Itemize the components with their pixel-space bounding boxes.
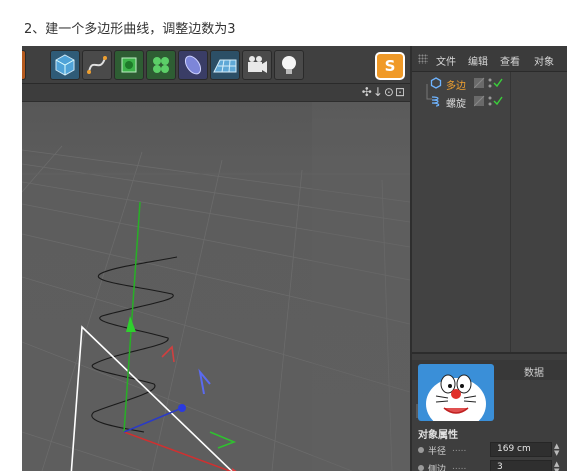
object-name[interactable]: 多边 xyxy=(446,77,466,92)
object-list: 多边 螺旋 xyxy=(412,72,567,352)
prop-leader: ..... xyxy=(452,444,467,454)
pen-spline-icon[interactable] xyxy=(82,50,112,80)
stepper-icon[interactable]: ▲ ▼ xyxy=(554,461,559,471)
prop-label: 半径 xyxy=(428,447,447,457)
3d-viewport[interactable] xyxy=(22,102,410,471)
stepper-icon[interactable]: ▲ ▼ xyxy=(554,443,559,457)
viewport-header: ✣↓⊙⊡ xyxy=(22,84,410,102)
object-row-helix[interactable]: 螺旋 xyxy=(412,92,567,110)
z-axis-line xyxy=(123,407,183,433)
deformer-icon[interactable] xyxy=(178,50,208,80)
gear-icon[interactable] xyxy=(22,50,26,80)
x-axis-line xyxy=(123,431,232,471)
y-axis-handle[interactable] xyxy=(126,316,136,332)
prop-label: 侧边 xyxy=(428,465,447,471)
object-flags[interactable] xyxy=(474,95,510,107)
menu-object[interactable]: 对象 xyxy=(534,53,554,68)
top-toolbar xyxy=(22,46,410,84)
cloner-icon[interactable] xyxy=(146,50,176,80)
radius-input[interactable]: 169 cm xyxy=(490,442,552,457)
object-row-polygon[interactable]: 多边 xyxy=(412,74,567,92)
grip-icon[interactable] xyxy=(418,54,428,64)
triangle-polygon xyxy=(70,325,233,471)
menu-view[interactable]: 查看 xyxy=(500,53,520,68)
keyframe-dot[interactable] xyxy=(418,447,424,453)
tree-connector xyxy=(426,84,432,100)
caption-text: 2、建一个多边形曲线，调整边数为3 xyxy=(24,22,236,37)
prop-leader: ..... xyxy=(452,462,467,471)
cube-icon[interactable] xyxy=(50,50,80,80)
svg-text:S: S xyxy=(385,57,396,75)
object-name[interactable]: 螺旋 xyxy=(446,95,466,110)
section-title: 对象属性 xyxy=(418,430,458,441)
viewport-nav-controls[interactable]: ✣↓⊙⊡ xyxy=(362,85,406,99)
prop-radius: 半径 ..... 169 cm ▲ ▼ xyxy=(416,442,566,458)
maxon-logo-icon[interactable]: S xyxy=(375,52,405,80)
camera-icon[interactable] xyxy=(242,50,272,80)
prop-sides: 侧边 ..... 3 ▲ ▼ xyxy=(416,460,566,471)
menu-edit[interactable]: 编辑 xyxy=(468,53,488,68)
object-manager-menu: 文件 编辑 查看 对象 xyxy=(412,46,567,72)
light-icon[interactable] xyxy=(274,50,304,80)
floor-icon[interactable] xyxy=(210,50,240,80)
nurbs-icon[interactable] xyxy=(114,50,144,80)
menu-file[interactable]: 文件 xyxy=(436,53,456,68)
object-flags[interactable] xyxy=(474,77,510,89)
sides-input[interactable]: 3 xyxy=(490,460,552,471)
viewport-scene xyxy=(22,102,410,471)
keyframe-dot[interactable] xyxy=(418,465,424,471)
attr-header-label[interactable]: 数据 xyxy=(524,364,544,379)
y-axis-line xyxy=(123,201,141,433)
doraemon-sticker-icon xyxy=(418,364,494,421)
z-axis-handle[interactable] xyxy=(178,404,186,412)
